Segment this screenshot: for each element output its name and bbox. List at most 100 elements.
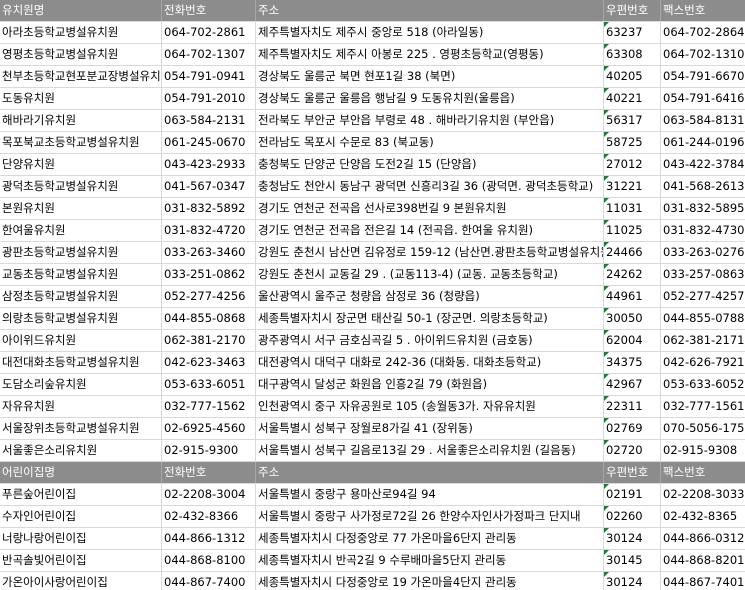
name-cell[interactable]: 천부초등학교현포분교장병설유치원 xyxy=(0,66,162,87)
address-cell[interactable]: 경기도 연천군 전곡읍 전은길 14 (전곡읍. 한여울 유치원) xyxy=(256,220,604,241)
address-cell[interactable]: 울산광역시 울주군 청량읍 삼정로 36 (청량읍) xyxy=(256,286,604,307)
name-cell[interactable]: 서울좋은소리유치원 xyxy=(0,440,162,461)
name-cell[interactable]: 자유유치원 xyxy=(0,396,162,417)
address-cell[interactable]: 대전광역시 대덕구 대화로 242-36 (대화동. 대화초등학교) xyxy=(256,352,604,373)
fax-cell[interactable]: 044-867-7401 xyxy=(661,572,745,590)
fax-cell[interactable]: 044-855-0788 xyxy=(661,308,745,329)
address-cell[interactable]: 강원도 춘천시 교동길 29 . (교동113-4) (교동. 교동초등학교) xyxy=(256,264,604,285)
address-cell[interactable]: 제주특별자치도 제주시 아봉로 225 . 영평초등학교(영평동) xyxy=(256,44,604,65)
phone-cell[interactable]: 043-423-2933 xyxy=(162,154,256,175)
address-cell[interactable]: 경기도 연천군 전곡읍 선사로398번길 9 본원유치원 xyxy=(256,198,604,219)
fax-cell[interactable]: 02-2208-3033 xyxy=(661,484,745,505)
fax-cell[interactable]: 063-584-8131 xyxy=(661,110,745,131)
header-name[interactable]: 어린이집명 xyxy=(0,462,162,483)
address-cell[interactable]: 대구광역시 달성군 화원읍 인흥2길 79 (화원읍) xyxy=(256,374,604,395)
header-fax[interactable]: 팩스번호 xyxy=(661,462,745,483)
phone-cell[interactable]: 054-791-2010 xyxy=(162,88,256,109)
zip-cell[interactable]: 02191 xyxy=(604,484,661,505)
name-cell[interactable]: 본원유치원 xyxy=(0,198,162,219)
address-cell[interactable]: 서울특별시 중랑구 용마산로94길 94 xyxy=(256,484,604,505)
phone-cell[interactable]: 062-381-2170 xyxy=(162,330,256,351)
address-cell[interactable]: 광주광역시 서구 금호심곡길 5 . 아이위드유치원 (금호동) xyxy=(256,330,604,351)
name-cell[interactable]: 삼정초등학교병설유치원 xyxy=(0,286,162,307)
name-cell[interactable]: 수자인어린이집 xyxy=(0,506,162,527)
address-cell[interactable]: 세종특별자치시 반곡2길 9 수루배마을5단지 관리동 xyxy=(256,550,604,571)
zip-cell[interactable]: 63308 xyxy=(604,44,661,65)
zip-cell[interactable]: 02260 xyxy=(604,506,661,527)
address-cell[interactable]: 충청북도 단양군 단양읍 도전2길 15 (단양읍) xyxy=(256,154,604,175)
zip-cell[interactable]: 40205 xyxy=(604,66,661,87)
zip-cell[interactable]: 30050 xyxy=(604,308,661,329)
phone-cell[interactable]: 061-245-0670 xyxy=(162,132,256,153)
zip-cell[interactable]: 62004 xyxy=(604,330,661,351)
address-cell[interactable]: 제주특별자치도 제주시 중앙로 518 (아라일동) xyxy=(256,22,604,43)
fax-cell[interactable]: 042-626-7921 xyxy=(661,352,745,373)
address-cell[interactable]: 인천광역시 중구 자유공원로 105 (송월동3가. 자유유치원 xyxy=(256,396,604,417)
name-cell[interactable]: 교동초등학교병설유치원 xyxy=(0,264,162,285)
name-cell[interactable]: 단양유치원 xyxy=(0,154,162,175)
fax-cell[interactable]: 052-277-4257 xyxy=(661,286,745,307)
phone-cell[interactable]: 044-867-7400 xyxy=(162,572,256,590)
address-cell[interactable]: 서울특별시 중랑구 사가정로72길 26 한양수자인사가정파크 단지내 xyxy=(256,506,604,527)
fax-cell[interactable]: 061-244-0196 xyxy=(661,132,745,153)
name-cell[interactable]: 광판초등학교병설유치원 xyxy=(0,242,162,263)
address-cell[interactable]: 서울특별시 성북구 장월로8가길 41 (장위동) xyxy=(256,418,604,439)
zip-cell[interactable]: 63237 xyxy=(604,22,661,43)
fax-cell[interactable]: 02-915-9308 xyxy=(661,440,745,461)
name-cell[interactable]: 너랑나랑어린이집 xyxy=(0,528,162,549)
header-phone[interactable]: 전화번호 xyxy=(162,462,256,483)
name-cell[interactable]: 푸른숲어린이집 xyxy=(0,484,162,505)
phone-cell[interactable]: 02-915-9300 xyxy=(162,440,256,461)
phone-cell[interactable]: 02-6925-4560 xyxy=(162,418,256,439)
zip-cell[interactable]: 02720 xyxy=(604,440,661,461)
address-cell[interactable]: 강원도 춘천시 남산면 김유정로 159-12 (남산면.광판초등학교병설유치원… xyxy=(256,242,604,263)
fax-cell[interactable]: 043-422-3784 xyxy=(661,154,745,175)
name-cell[interactable]: 도동유치원 xyxy=(0,88,162,109)
zip-cell[interactable]: 42967 xyxy=(604,374,661,395)
name-cell[interactable]: 아이위드유치원 xyxy=(0,330,162,351)
fax-cell[interactable]: 033-263-0276 xyxy=(661,242,745,263)
zip-cell[interactable]: 34375 xyxy=(604,352,661,373)
address-cell[interactable]: 전라북도 부안군 부안읍 부령로 48 . 해바라기유치원 (부안읍) xyxy=(256,110,604,131)
name-cell[interactable]: 반곡솔빛어린이집 xyxy=(0,550,162,571)
fax-cell[interactable]: 041-568-2613 xyxy=(661,176,745,197)
name-cell[interactable]: 목포북교초등학교병설유치원 xyxy=(0,132,162,153)
zip-cell[interactable]: 02769 xyxy=(604,418,661,439)
name-cell[interactable]: 서울장위초등학교병설유치원 xyxy=(0,418,162,439)
header-address[interactable]: 주소 xyxy=(256,0,604,21)
name-cell[interactable]: 가온아이사랑어린이집 xyxy=(0,572,162,590)
header-zip[interactable]: 우편번호 xyxy=(604,0,661,21)
address-cell[interactable]: 경상북도 울릉군 울릉읍 행남길 9 도동유치원(울릉읍) xyxy=(256,88,604,109)
header-name[interactable]: 유치원명 xyxy=(0,0,162,21)
fax-cell[interactable]: 02-432-8365 xyxy=(661,506,745,527)
address-cell[interactable]: 충청남도 천안시 동남구 광덕면 신흥리3길 36 (광덕면. 광덕초등학교) xyxy=(256,176,604,197)
fax-cell[interactable]: 064-702-2864 xyxy=(661,22,745,43)
zip-cell[interactable]: 22311 xyxy=(604,396,661,417)
address-cell[interactable]: 세종특별자치시 장군면 태산길 50-1 (장군면. 의랑초등학교) xyxy=(256,308,604,329)
zip-cell[interactable]: 31221 xyxy=(604,176,661,197)
fax-cell[interactable]: 044-868-8201 xyxy=(661,550,745,571)
name-cell[interactable]: 광덕초등학교병설유치원 xyxy=(0,176,162,197)
fax-cell[interactable]: 064-702-1310 xyxy=(661,44,745,65)
fax-cell[interactable]: 032-777-1561 xyxy=(661,396,745,417)
fax-cell[interactable]: 044-866-0312 xyxy=(661,528,745,549)
address-cell[interactable]: 서울특별시 성북구 길음로13길 29 . 서울좋은소리유치원 (길음동) xyxy=(256,440,604,461)
phone-cell[interactable]: 063-584-2131 xyxy=(162,110,256,131)
phone-cell[interactable]: 042-623-3463 xyxy=(162,352,256,373)
zip-cell[interactable]: 56317 xyxy=(604,110,661,131)
fax-cell[interactable]: 062-381-2171 xyxy=(661,330,745,351)
phone-cell[interactable]: 052-277-4256 xyxy=(162,286,256,307)
phone-cell[interactable]: 02-2208-3004 xyxy=(162,484,256,505)
zip-cell[interactable]: 58725 xyxy=(604,132,661,153)
fax-cell[interactable]: 054-791-6670 xyxy=(661,66,745,87)
name-cell[interactable]: 아라초등학교병설유치원 xyxy=(0,22,162,43)
phone-cell[interactable]: 054-791-0941 xyxy=(162,66,256,87)
phone-cell[interactable]: 033-251-0862 xyxy=(162,264,256,285)
zip-cell[interactable]: 40221 xyxy=(604,88,661,109)
phone-cell[interactable]: 044-866-1312 xyxy=(162,528,256,549)
fax-cell[interactable]: 033-257-0863 xyxy=(661,264,745,285)
name-cell[interactable]: 해바라기유치원 xyxy=(0,110,162,131)
address-cell[interactable]: 세종특별자치시 다정중앙로 19 가온마을4단지 관리동 xyxy=(256,572,604,590)
zip-cell[interactable]: 27012 xyxy=(604,154,661,175)
zip-cell[interactable]: 11031 xyxy=(604,198,661,219)
